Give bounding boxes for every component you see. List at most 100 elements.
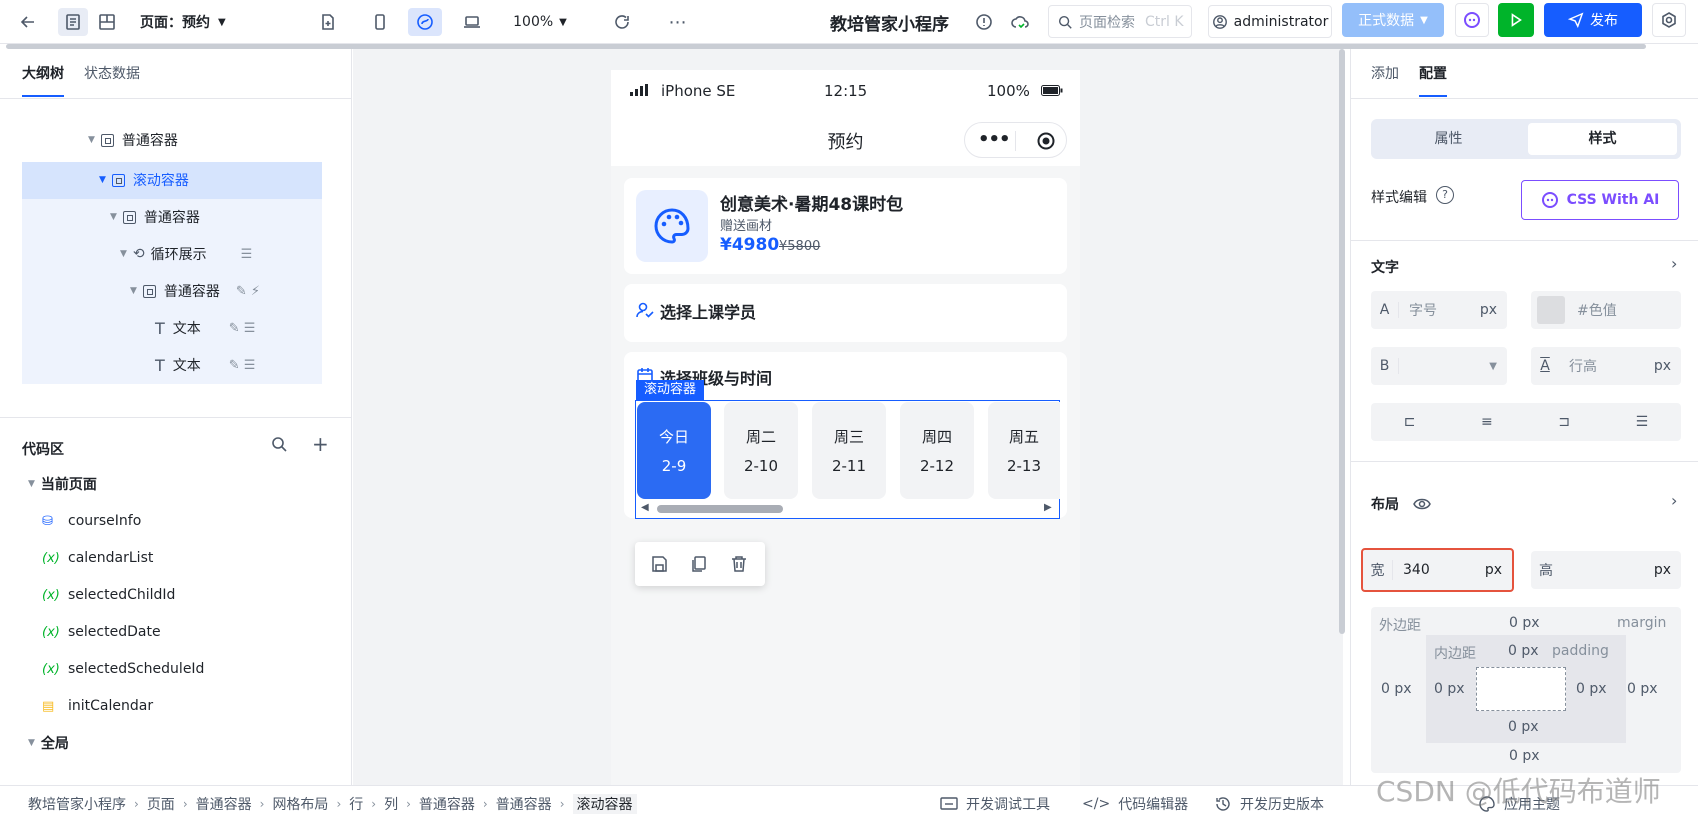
padding-right-value[interactable]: 0 px — [1576, 681, 1607, 697]
more-button[interactable]: ⋯ — [664, 8, 692, 36]
width-field[interactable]: 宽 340 px — [1361, 548, 1514, 592]
trash-icon[interactable] — [730, 555, 748, 573]
code-item[interactable]: (x) calendarList — [42, 540, 153, 576]
day-item-today[interactable]: 今日 2-9 — [637, 402, 711, 499]
debug-tools-button[interactable]: 开发调试工具 — [940, 794, 1050, 814]
margin-bottom-value[interactable]: 0 px — [1509, 748, 1540, 764]
padding-left-value[interactable]: 0 px — [1434, 681, 1465, 697]
add-code-button[interactable]: + — [312, 432, 329, 456]
current-page-group[interactable]: ▼ 当前页面 — [28, 466, 97, 502]
cloud-sync-button[interactable] — [1006, 8, 1034, 36]
ai-assistant-button[interactable] — [1455, 3, 1489, 37]
code-item[interactable]: (x) selectedChildId — [42, 577, 175, 613]
day-item[interactable]: 周三 2-11 — [812, 402, 886, 499]
breadcrumb-item[interactable]: 页面 — [147, 794, 175, 814]
chevron-right-icon[interactable]: › — [1671, 254, 1677, 273]
page-selector[interactable]: 页面：预约 ▼ — [140, 8, 260, 36]
add-page-button[interactable] — [314, 8, 342, 36]
breadcrumb-item[interactable]: 列 — [384, 794, 398, 814]
css-with-ai-button[interactable]: CSS With AI — [1521, 180, 1679, 220]
breadcrumb-item[interactable]: 网格布局 — [272, 794, 328, 814]
align-center-icon[interactable]: ≡ — [1481, 414, 1493, 430]
left-tabs: 大纲树 状态数据 — [22, 63, 140, 97]
page-search-input[interactable]: 页面检索 Ctrl K — [1048, 5, 1192, 38]
inner-scrollbar[interactable]: ◀ ▶ — [636, 501, 1058, 517]
scroll-thumb[interactable] — [657, 505, 783, 513]
tree-node[interactable]: ▼ 普通容器 ✎ ⚡ — [130, 273, 260, 309]
history-button[interactable]: 开发历史版本 — [1214, 794, 1324, 814]
student-card[interactable]: 选择上课学员 — [624, 284, 1067, 342]
day-item[interactable]: 周五 2-13 — [988, 402, 1060, 499]
scroll-left-icon[interactable]: ◀ — [641, 502, 649, 513]
day-item[interactable]: 周二 2-10 — [724, 402, 798, 499]
zoom-selector[interactable]: 100% ▼ — [510, 8, 570, 36]
line-height-field[interactable]: A 行高 px — [1531, 347, 1681, 385]
align-justify-icon[interactable]: ☰ — [1636, 414, 1649, 430]
tab-outline[interactable]: 大纲树 — [22, 63, 64, 97]
code-item[interactable]: (x) selectedDate — [42, 614, 161, 650]
close-circle-icon[interactable] — [1037, 132, 1055, 150]
tab-add[interactable]: 添加 — [1371, 63, 1399, 97]
padding-bottom-value[interactable]: 0 px — [1508, 719, 1539, 735]
back-button[interactable] — [14, 8, 42, 36]
info-button[interactable] — [970, 8, 998, 36]
tree-node[interactable]: ▼ ⟲ 循环展示 ☰ — [120, 236, 252, 272]
segment-style[interactable]: 样式 — [1528, 123, 1677, 155]
settings-button[interactable] — [1652, 3, 1686, 37]
code-search-button[interactable] — [270, 435, 288, 457]
canvas-scrollbar[interactable] — [1339, 49, 1345, 634]
margin-right-value[interactable]: 0 px — [1627, 681, 1658, 697]
padding-top-value[interactable]: 0 px — [1508, 643, 1539, 659]
day-item[interactable]: 周四 2-12 — [900, 402, 974, 499]
scroll-container-selection[interactable]: 滚动容器 今日 2-9 周二 2-10 周三 2-11 周四 2-12 周五 2… — [635, 380, 1060, 519]
breadcrumb-item[interactable]: 普通容器 — [196, 794, 252, 814]
tree-node-selected[interactable]: ▼ 滚动容器 — [99, 162, 189, 198]
breadcrumb-item-current[interactable]: 滚动容器 — [572, 794, 637, 814]
copy-icon[interactable] — [690, 555, 708, 573]
tab-state-data[interactable]: 状态数据 — [84, 63, 140, 97]
chevron-right-icon[interactable]: › — [1671, 491, 1677, 510]
margin-top-value[interactable]: 0 px — [1509, 615, 1540, 631]
tree-node[interactable]: ▼ 普通容器 — [110, 199, 200, 235]
align-left-icon[interactable]: ⊏ — [1404, 414, 1416, 430]
code-editor-button[interactable]: </> 代码编辑器 — [1082, 794, 1188, 814]
code-item[interactable]: (x) selectedScheduleId — [42, 651, 204, 687]
segment-attributes[interactable]: 属性 — [1371, 119, 1526, 159]
refresh-button[interactable] — [608, 8, 636, 36]
miniprogram-view-button[interactable] — [408, 8, 442, 36]
color-swatch[interactable] — [1537, 296, 1565, 324]
color-field[interactable]: #色值 — [1531, 291, 1681, 329]
tab-config[interactable]: 配置 — [1419, 63, 1447, 97]
mobile-view-button[interactable] — [366, 8, 394, 36]
tree-node[interactable]: T 文本 ✎ ☰ — [155, 310, 255, 346]
eye-icon[interactable] — [1413, 497, 1431, 511]
breadcrumb-item[interactable]: 普通容器 — [419, 794, 475, 814]
env-selector[interactable]: 正式数据 ▼ — [1342, 3, 1444, 37]
tree-node[interactable]: T 文本 ✎ ☰ — [155, 347, 255, 383]
outline-view-button[interactable] — [58, 8, 88, 36]
code-item[interactable]: ▤ initCalendar — [42, 688, 153, 724]
breadcrumb-item[interactable]: 行 — [349, 794, 363, 814]
font-size-field[interactable]: A 字号 px — [1371, 291, 1507, 329]
breadcrumb-item[interactable]: 教培管家小程序 — [28, 794, 126, 814]
capsule-menu[interactable]: ••• — [964, 122, 1067, 158]
save-icon[interactable] — [650, 555, 668, 573]
preview-button[interactable] — [1498, 3, 1534, 37]
global-group[interactable]: ▼ 全局 — [28, 725, 69, 761]
width-value[interactable]: 340 — [1403, 562, 1485, 578]
publish-button[interactable]: 发布 — [1544, 3, 1642, 37]
code-item[interactable]: ⛁ courseInfo — [42, 503, 141, 539]
course-card[interactable]: 创意美术·暑期48课时包 赠送画材 ¥4980 ¥5800 — [624, 178, 1067, 274]
desktop-view-button[interactable] — [458, 8, 486, 36]
tree-node[interactable]: ▼ 普通容器 — [88, 122, 178, 158]
layout-view-button[interactable] — [92, 8, 122, 36]
breadcrumb-item[interactable]: 普通容器 — [496, 794, 552, 814]
align-right-icon[interactable]: ⊐ — [1558, 414, 1570, 430]
font-weight-select[interactable]: B ▼ — [1371, 347, 1507, 385]
scroll-right-icon[interactable]: ▶ — [1044, 502, 1052, 513]
help-icon[interactable]: ? — [1436, 186, 1454, 204]
user-menu[interactable]: administrator — [1208, 5, 1332, 38]
margin-left-value[interactable]: 0 px — [1381, 681, 1412, 697]
lightning-icon: ⚡ — [250, 283, 260, 299]
height-field[interactable]: 高 px — [1531, 551, 1681, 589]
